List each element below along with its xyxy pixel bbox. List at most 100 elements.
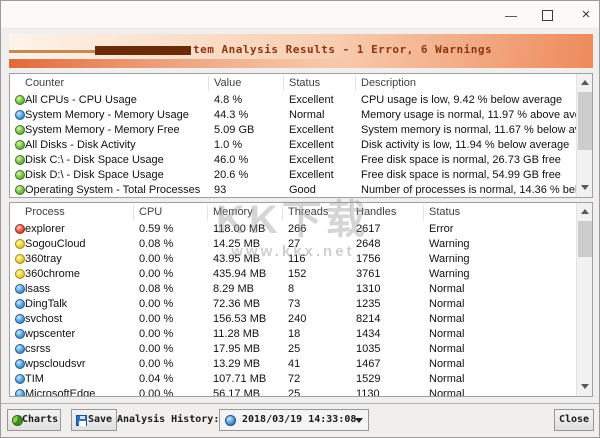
column-header-threads[interactable]: Threads (288, 203, 328, 222)
cell-memory: 11.28 MB (213, 327, 259, 342)
table-row[interactable]: System Memory - Memory Free5.09 GBExcell… (10, 123, 592, 138)
floppy-disk-icon (76, 415, 87, 426)
charts-button-label: Charts (22, 414, 58, 425)
window-close-button[interactable]: × (573, 7, 599, 24)
cell-value: 44.3 % (214, 108, 248, 123)
maximize-button[interactable] (535, 7, 561, 24)
scrollbar-thumb[interactable] (578, 92, 592, 150)
column-header-description[interactable]: Description (361, 74, 416, 93)
cell-counter: Disk C:\ - Disk Space Usage (25, 153, 164, 168)
cell-process: 360chrome (25, 267, 80, 282)
table-row[interactable]: All Disks - Disk Activity1.0 %ExcellentD… (10, 138, 592, 153)
cell-memory: 118.00 MB (213, 222, 265, 237)
cell-status: Normal (429, 297, 464, 312)
cell-memory: 435.94 MB (213, 267, 266, 282)
column-header-status[interactable]: Status (289, 74, 320, 93)
blue-status-icon (15, 344, 25, 354)
cell-cpu: 0.00 % (139, 342, 173, 357)
table-row[interactable]: SogouCloud0.08 %14.25 MB272648Warning (10, 237, 592, 252)
table-row[interactable]: System Memory - Memory Usage44.3 %Normal… (10, 108, 592, 123)
scroll-down-icon[interactable] (577, 180, 593, 196)
yellow-status-icon (15, 239, 25, 249)
pie-chart-icon (12, 415, 23, 426)
column-header-cpu[interactable]: CPU (139, 203, 162, 222)
chevron-down-icon (355, 418, 363, 423)
table-row[interactable]: csrss0.00 %17.95 MB251035Normal (10, 342, 592, 357)
green-status-icon (15, 140, 25, 150)
cell-status: Normal (429, 342, 464, 357)
yellow-status-icon (15, 269, 25, 279)
blue-status-icon (15, 389, 25, 397)
cell-status: Excellent (289, 153, 334, 168)
cell-process: wpscenter (25, 327, 75, 342)
scrollbar-thumb[interactable] (578, 221, 592, 257)
cell-status: Normal (429, 387, 464, 397)
scroll-up-icon[interactable] (577, 204, 593, 220)
cell-cpu: 0.00 % (139, 267, 173, 282)
cell-process: MicrosoftEdge (25, 387, 95, 397)
close-button[interactable]: Close (554, 409, 594, 431)
blue-status-icon (15, 110, 25, 120)
table-row[interactable]: TIM0.04 %107.71 MB721529Normal (10, 372, 592, 387)
cell-handles: 1235 (356, 297, 380, 312)
table-row[interactable]: All CPUs - CPU Usage4.8 %ExcellentCPU us… (10, 93, 592, 108)
cell-process: explorer (25, 222, 65, 237)
table-row[interactable]: lsass0.08 %8.29 MB81310Normal (10, 282, 592, 297)
column-header-process[interactable]: Process (25, 203, 65, 222)
analysis-history-dropdown[interactable]: 2018/03/19 14:33:08 (219, 409, 369, 431)
cell-memory: 56.17 MB (213, 387, 260, 397)
cell-threads: 72 (288, 372, 300, 387)
column-header-memory[interactable]: Memory (213, 203, 253, 222)
minimize-button[interactable] (498, 7, 524, 24)
cell-description: Number of processes is normal, 14.36 % b… (361, 183, 593, 198)
close-button-label: Close (559, 414, 589, 425)
scroll-up-icon[interactable] (577, 75, 593, 91)
cell-cpu: 0.00 % (139, 312, 173, 327)
redaction-line (9, 50, 97, 53)
cell-memory: 17.95 MB (213, 342, 260, 357)
cell-value: 1.0 % (214, 138, 242, 153)
table-row[interactable]: Operating System - Total Processes93Good… (10, 183, 592, 198)
column-header-handles[interactable]: Handles (356, 203, 396, 222)
cell-memory: 107.71 MB (213, 372, 266, 387)
processes-scrollbar[interactable] (576, 203, 592, 396)
cell-handles: 1434 (356, 327, 380, 342)
cell-status: Excellent (289, 123, 334, 138)
table-row[interactable]: svchost0.00 %156.53 MB2408214Normal (10, 312, 592, 327)
cell-counter: All Disks - Disk Activity (25, 138, 136, 153)
save-button[interactable]: Save (71, 409, 117, 431)
banner-bottom-strip (9, 59, 348, 68)
table-row[interactable]: MicrosoftEdge0.00 %56.17 MB251130Normal (10, 387, 592, 397)
yellow-status-icon (15, 254, 25, 264)
cell-status: Warning (429, 252, 470, 267)
table-row[interactable]: wpscenter0.00 %11.28 MB181434Normal (10, 327, 592, 342)
table-row[interactable]: DingTalk0.00 %72.36 MB731235Normal (10, 297, 592, 312)
history-selected-value: 2018/03/19 14:33:08 (242, 410, 356, 430)
blue-status-icon (15, 299, 25, 309)
charts-button[interactable]: Charts (7, 409, 61, 431)
table-row[interactable]: 360chrome0.00 %435.94 MB1523761Warning (10, 267, 592, 282)
scroll-down-icon[interactable] (577, 379, 593, 395)
table-row[interactable]: Disk D:\ - Disk Space Usage20.6 %Excelle… (10, 168, 592, 183)
cell-status: Normal (429, 357, 464, 372)
header-separator (207, 205, 208, 220)
cell-description: Memory usage is normal, 11.97 % above av… (361, 108, 593, 123)
cell-description: Free disk space is normal, 54.99 GB free (361, 168, 561, 183)
column-header-value[interactable]: Value (214, 74, 241, 93)
processes-table-header: Process CPU Memory Threads Handles Status (10, 203, 592, 222)
table-row[interactable]: wpscloudsvr0.00 %13.29 MB411467Normal (10, 357, 592, 372)
column-header-status[interactable]: Status (429, 203, 460, 222)
column-header-counter[interactable]: Counter (25, 74, 64, 93)
cell-cpu: 0.00 % (139, 297, 173, 312)
blue-status-icon (15, 359, 25, 369)
blue-status-icon (15, 284, 25, 294)
counters-scrollbar[interactable] (576, 74, 592, 197)
table-row[interactable]: 360tray0.00 %43.95 MB1161756Warning (10, 252, 592, 267)
cell-threads: 73 (288, 297, 300, 312)
cell-process: wpscloudsvr (25, 357, 86, 372)
table-row[interactable]: Disk C:\ - Disk Space Usage46.0 %Excelle… (10, 153, 592, 168)
processes-table-body: explorer0.59 %118.00 MB2662617ErrorSogou… (10, 222, 592, 397)
table-row[interactable]: explorer0.59 %118.00 MB2662617Error (10, 222, 592, 237)
cell-threads: 116 (288, 252, 306, 267)
cell-description: CPU usage is low, 9.42 % below average (361, 93, 562, 108)
